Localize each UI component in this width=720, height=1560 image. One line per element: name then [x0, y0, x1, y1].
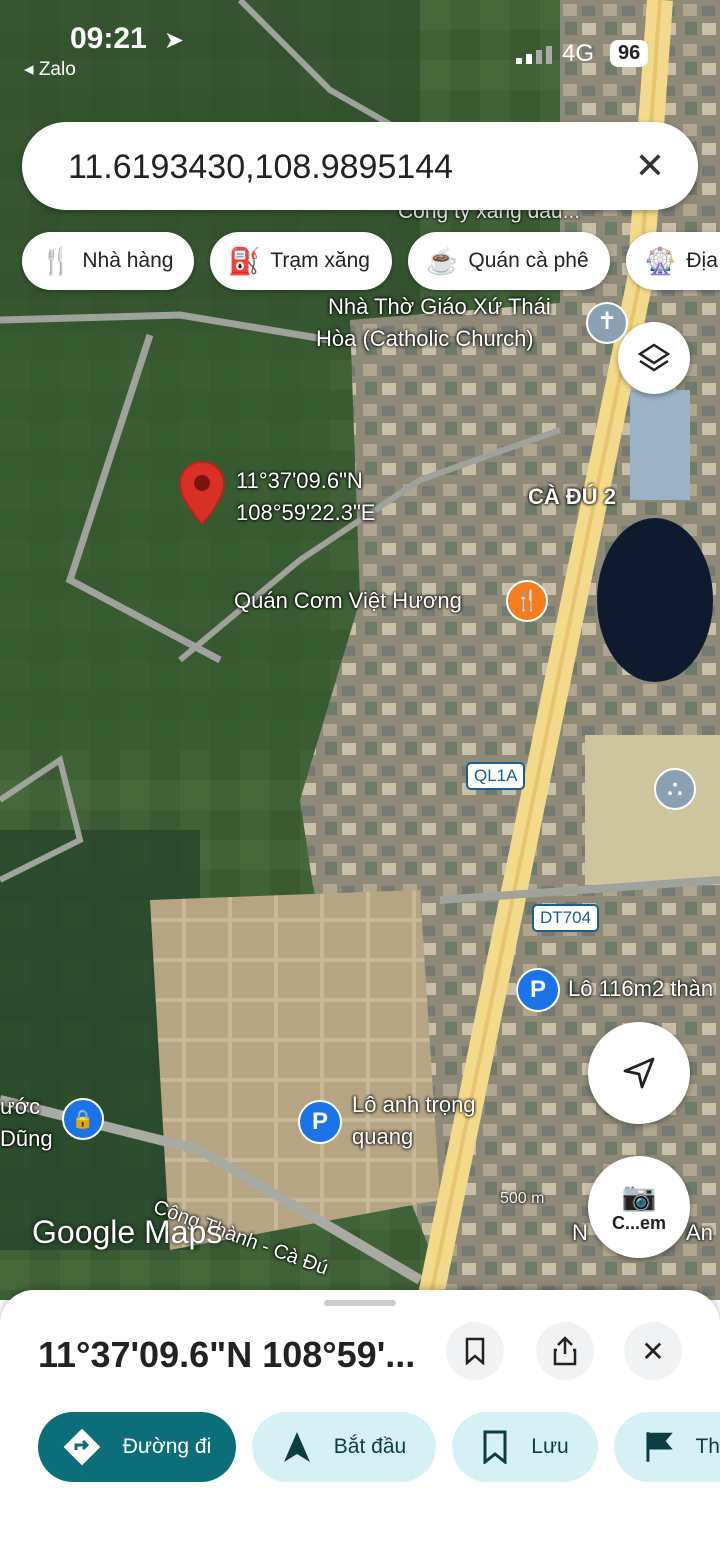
lotanh-label-line1[interactable]: Lô anh trọng — [352, 1092, 476, 1118]
search-bar[interactable]: 11.6193430,108.9895144 ✕ — [22, 122, 698, 210]
camera-icon: 📷 — [621, 1181, 657, 1212]
monument-poi-icon[interactable]: ⛬ — [654, 768, 696, 810]
category-chips: 🍴 Nhà hàng ⛽ Trạm xăng ☕ Quán cà phê 🎡 Đ… — [22, 232, 720, 292]
more-action-button[interactable]: Th — [614, 1412, 720, 1482]
camera-search-button[interactable]: 📷 C...em — [588, 1156, 690, 1258]
restaurant-label[interactable]: Quán Cơm Việt Hương — [234, 588, 462, 614]
navigation-arrow-icon — [283, 1432, 310, 1462]
sheet-drag-handle[interactable] — [324, 1300, 396, 1306]
church-label-line1[interactable]: Nhà Thờ Giáo Xứ Thái — [328, 294, 551, 320]
road-shield-ql1a: QL1A — [466, 762, 526, 790]
back-to-zalo-link[interactable]: ◂ Zalo — [24, 58, 76, 81]
chip-gas-stations[interactable]: ⛽ Trạm xăng — [210, 232, 392, 290]
pin-longitude: 108°59'22.3"E — [236, 500, 376, 525]
camera-label: C...em — [611, 1213, 667, 1233]
fork-knife-icon: 🍴 — [40, 245, 73, 276]
status-bar: 09:21 ➤ ◂ Zalo 4G 96 — [0, 0, 720, 90]
place-title: 11°37'09.6"N 108°59'... — [38, 1334, 416, 1375]
location-arrow-icon: ➤ — [164, 27, 185, 54]
more-action-label: Th — [695, 1435, 720, 1458]
road-shield-dt704: DT704 — [532, 904, 600, 932]
chip-label: Nhà hàng — [82, 249, 174, 272]
close-sheet-button[interactable]: ✕ — [624, 1322, 682, 1380]
scale-label: 500 m — [500, 1190, 545, 1207]
restaurant-poi-icon[interactable]: 🍴 — [506, 580, 548, 622]
location-pin-icon[interactable] — [178, 460, 226, 526]
flag-icon — [646, 1432, 673, 1462]
battery-level: 96 — [610, 40, 649, 67]
navigation-arrow-icon — [623, 1057, 655, 1089]
bookmark-icon — [483, 1430, 507, 1464]
left-partial-label-2: Dũng — [0, 1126, 53, 1151]
chip-label: Quán cà phê — [468, 249, 589, 272]
save-label: Lưu — [531, 1435, 569, 1458]
save-bookmark-button[interactable] — [446, 1322, 504, 1380]
parking-poi-icon-lot116[interactable]: P — [516, 968, 560, 1012]
directions-label: Đường đi — [122, 1435, 212, 1458]
church-poi-icon[interactable]: ✝ — [586, 302, 628, 344]
place-bottom-sheet[interactable]: 11°37'09.6"N 108°59'... ✕ Đường đi Bắt đ… — [0, 1290, 720, 1560]
pin-latitude: 11°37'09.6"N — [236, 468, 363, 493]
directions-icon — [63, 1428, 101, 1466]
google-maps-logo: Google Maps — [32, 1214, 223, 1250]
layers-button[interactable] — [618, 322, 690, 394]
coffee-cup-icon: ☕ — [426, 245, 459, 276]
start-button[interactable]: Bắt đầu — [252, 1412, 436, 1482]
partial-label-an: An — [686, 1220, 713, 1245]
network-type: 4G — [562, 40, 595, 67]
directions-button[interactable]: Đường đi — [38, 1412, 236, 1482]
clear-search-close-icon[interactable]: ✕ — [630, 146, 670, 186]
share-button[interactable] — [536, 1322, 594, 1380]
church-label-line2[interactable]: Hòa (Catholic Church) — [316, 326, 534, 352]
chip-restaurants[interactable]: 🍴 Nhà hàng — [22, 232, 194, 290]
layers-icon — [637, 343, 671, 372]
status-time: 09:21 — [70, 22, 147, 55]
lot116-label[interactable]: Lô 116m2 thàn — [568, 976, 713, 1002]
search-input[interactable]: 11.6193430,108.9895144 — [68, 148, 453, 187]
lotanh-label-line2[interactable]: quang — [352, 1124, 413, 1150]
start-label: Bắt đầu — [333, 1435, 407, 1458]
bookmark-icon — [465, 1337, 485, 1365]
share-icon — [553, 1336, 577, 1366]
ferris-wheel-icon: 🎡 — [644, 245, 677, 276]
save-button[interactable]: Lưu — [452, 1412, 598, 1482]
parking-poi-icon-lotanh[interactable]: P — [298, 1100, 342, 1144]
close-icon: ✕ — [641, 1335, 665, 1367]
district-label: CÀ ĐÚ 2 — [528, 484, 617, 509]
signal-bars-icon — [516, 46, 552, 64]
my-location-button[interactable] — [588, 1022, 690, 1124]
gas-station-icon: ⛽ — [228, 245, 261, 276]
partial-label-n: N — [572, 1220, 588, 1245]
chip-label: Trạm xăng — [270, 249, 370, 272]
chip-coffee[interactable]: ☕ Quán cà phê — [408, 232, 610, 290]
lock-poi-icon[interactable]: 🔒 — [62, 1098, 104, 1140]
chip-attractions[interactable]: 🎡 Địa — [626, 232, 720, 290]
chip-label: Địa — [686, 249, 718, 272]
left-partial-label-1: ước — [0, 1094, 41, 1119]
